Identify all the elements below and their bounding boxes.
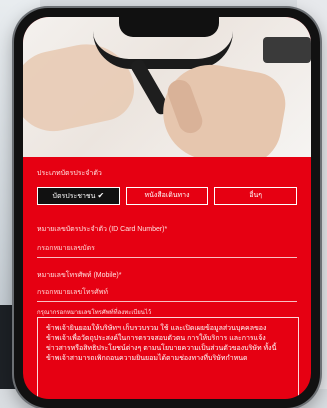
id-type-selector: บัตรประชาชน ✔ หนังสือเดินทาง อื่นๆ <box>37 187 298 205</box>
phone-label: หมายเลขโทรศัพท์ (Mobile)* <box>37 272 122 279</box>
phone-frame: ประเภทบัตรประจำตัว บัตรประชาชน ✔ หนังสือเ… <box>14 8 320 408</box>
option-label: อื่นๆ <box>249 192 263 199</box>
id-type-option-other[interactable]: อื่นๆ <box>214 187 298 205</box>
id-number-input[interactable]: กรอกหมายเลขบัตร <box>37 241 297 258</box>
phone-input[interactable]: กรอกหมายเลขโทรศัพท์ <box>37 285 297 302</box>
option-label: บัตรประชาชน <box>52 193 96 200</box>
id-type-option-passport[interactable]: หนังสือเดินทาง <box>125 187 209 205</box>
id-type-option-national-id[interactable]: บัตรประชาชน ✔ <box>37 187 120 205</box>
option-label: หนังสือเดินทาง <box>144 192 190 199</box>
device-illustration <box>263 37 311 63</box>
consent-box: ข้าพเจ้ายินยอมให้บริษัทฯ เก็บรวบรวม ใช้ … <box>37 317 299 399</box>
phone-notch <box>119 17 219 37</box>
phone-hint: กรุณากรอกหมายเลขโทรศัพท์ที่ลงทะเบียนไว้ <box>37 310 152 316</box>
id-type-label: ประเภทบัตรประจำตัว <box>37 170 102 177</box>
checkmark-icon: ✔ <box>97 191 105 200</box>
phone-screen: ประเภทบัตรประจำตัว บัตรประชาชน ✔ หนังสือเ… <box>23 17 311 399</box>
id-number-label: หมายเลขบัตรประจำตัว (ID Card Number)* <box>37 226 168 233</box>
hero-photo <box>23 17 311 157</box>
